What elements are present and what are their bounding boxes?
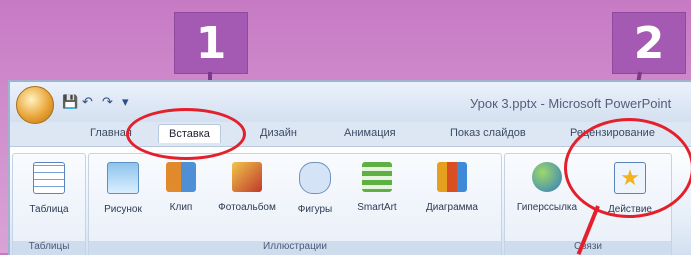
- smartart-icon: [362, 162, 392, 192]
- chart-button[interactable]: Диаграмма: [413, 162, 491, 213]
- shapes-button[interactable]: Фигуры: [287, 162, 343, 215]
- photo-album-icon: [232, 162, 262, 192]
- office-button[interactable]: [16, 86, 54, 124]
- quick-access-dropdown-icon[interactable]: ▾: [122, 94, 129, 110]
- save-icon[interactable]: 💾: [62, 94, 78, 110]
- table-icon: [33, 162, 65, 194]
- clipart-icon: [166, 162, 196, 192]
- photo-album-button[interactable]: Фотоальбом: [209, 162, 285, 213]
- photo-album-button-label: Фотоальбом: [218, 202, 276, 213]
- shapes-icon: [299, 162, 331, 194]
- group-tables: Таблица Таблицы: [12, 153, 86, 255]
- title-bar: 💾 ↶ ↷ ▾ Урок 3.pptx - Microsoft PowerPoi…: [10, 82, 691, 124]
- smartart-button[interactable]: SmartArt: [345, 162, 409, 213]
- chart-button-label: Диаграмма: [425, 202, 478, 213]
- table-button-label: Таблица: [29, 204, 69, 215]
- hyperlink-icon: [532, 162, 562, 192]
- picture-button-label: Рисунок: [104, 204, 142, 215]
- clipart-button-label: Клип: [169, 202, 193, 213]
- table-button[interactable]: Таблица: [17, 162, 81, 215]
- hyperlink-button-label: Гиперссылка: [516, 202, 578, 213]
- action-button-highlight: [564, 118, 691, 218]
- tab-slide-show[interactable]: Показ слайдов: [450, 127, 526, 139]
- undo-icon[interactable]: ↶: [82, 94, 93, 110]
- shapes-button-label: Фигуры: [297, 204, 333, 215]
- step-badge-1: 1: [174, 12, 248, 74]
- clipart-button[interactable]: Клип: [157, 162, 205, 213]
- redo-icon[interactable]: ↷: [102, 94, 113, 110]
- smartart-button-label: SmartArt: [357, 202, 397, 213]
- picture-icon: [107, 162, 139, 194]
- chart-icon: [437, 162, 467, 192]
- insert-tab-highlight: [126, 108, 246, 160]
- tab-design[interactable]: Дизайн: [260, 127, 297, 139]
- document-title: Урок 3.pptx - Microsoft PowerPoint: [470, 96, 672, 111]
- picture-button[interactable]: Рисунок: [91, 162, 155, 215]
- step-badge-2: 2: [612, 12, 686, 74]
- group-illustrations: Рисунок Клип Фотоальбом Фигуры SmartArt …: [88, 153, 502, 255]
- tab-animations[interactable]: Анимация: [344, 127, 396, 139]
